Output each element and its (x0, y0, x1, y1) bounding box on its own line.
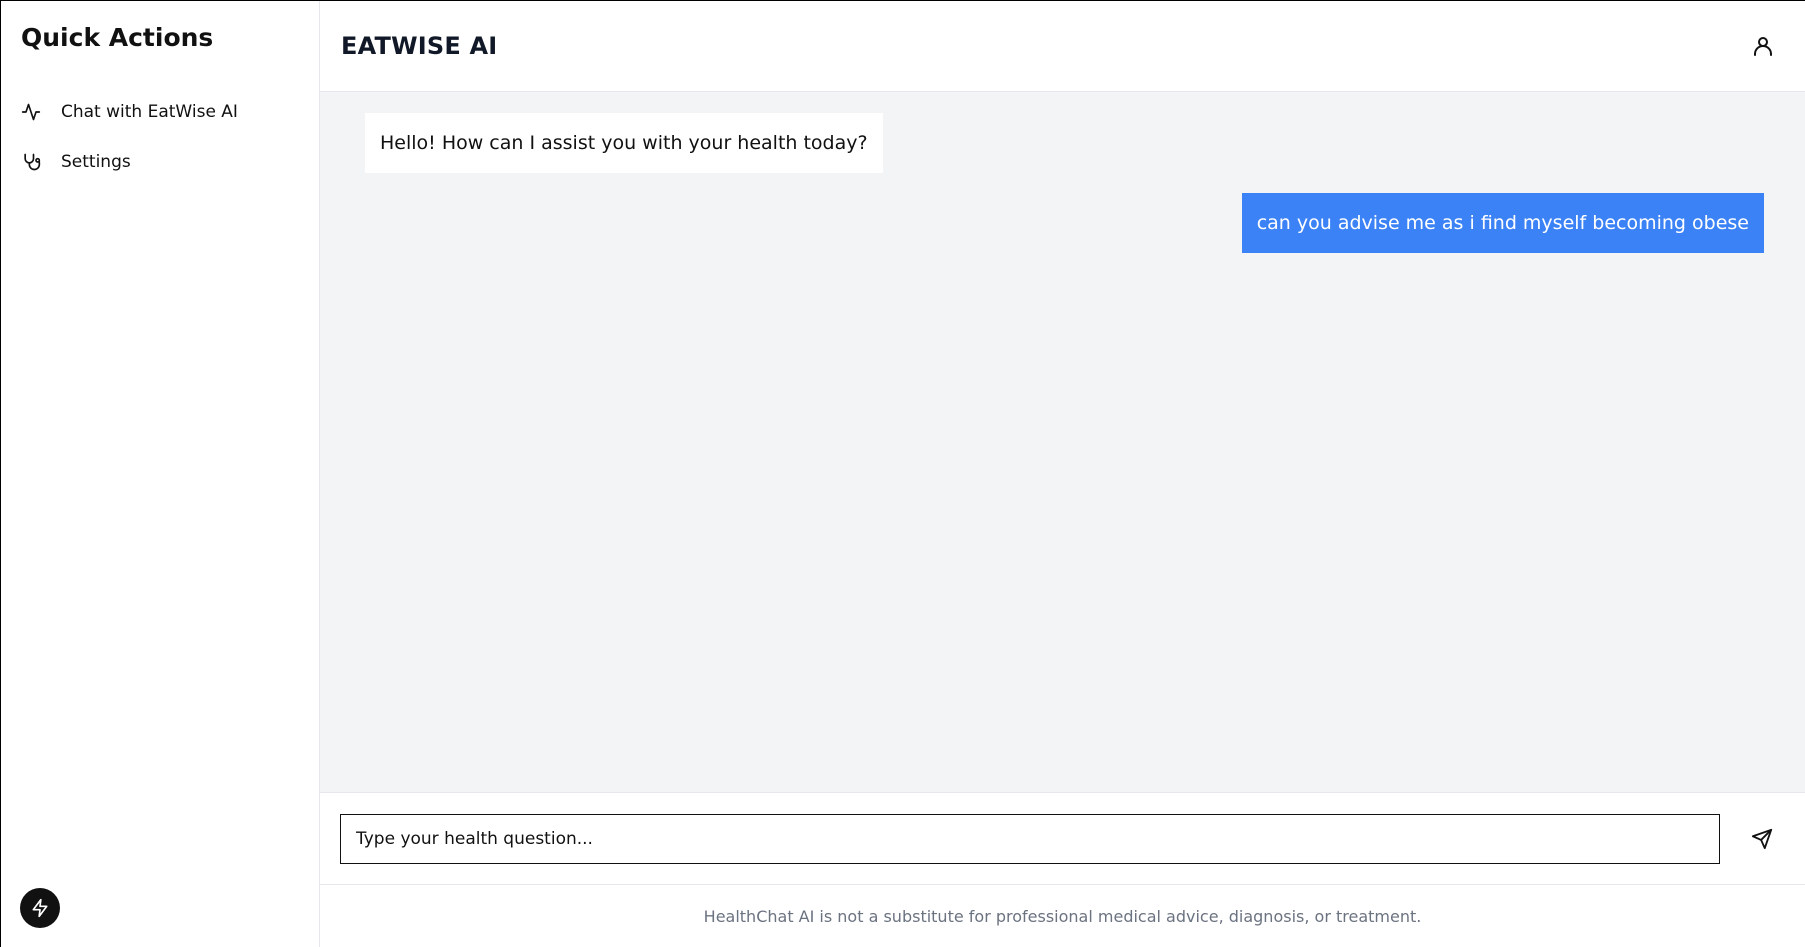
composer (320, 793, 1805, 885)
assistant-message: Hello! How can I assist you with your he… (365, 113, 883, 173)
stethoscope-icon (21, 152, 41, 172)
chat-messages: Hello! How can I assist you with your he… (320, 92, 1805, 793)
disclaimer-footer: HealthChat AI is not a substitute for pr… (320, 885, 1805, 947)
app-window: Quick Actions Chat with EatWise AI Setti… (0, 0, 1805, 947)
user-message: can you advise me as i find myself becom… (1241, 193, 1764, 253)
sidebar-nav: Chat with EatWise AI Settings (21, 87, 301, 187)
sidebar-item-label: Chat with EatWise AI (61, 102, 238, 122)
app-header: EATWISE AI (320, 1, 1805, 92)
sidebar-item-chat[interactable]: Chat with EatWise AI (21, 87, 301, 137)
disclaimer-text: HealthChat AI is not a substitute for pr… (703, 906, 1422, 926)
question-input[interactable] (340, 813, 1720, 864)
app-title: EATWISE AI (341, 32, 498, 60)
main-panel: EATWISE AI Hello! How can I assist you w… (320, 1, 1805, 947)
user-profile-button[interactable] (1747, 30, 1779, 62)
sidebar: Quick Actions Chat with EatWise AI Setti… (1, 1, 320, 947)
bolt-icon (30, 898, 50, 918)
sidebar-title: Quick Actions (21, 23, 214, 52)
activity-icon (21, 102, 41, 122)
send-icon (1751, 828, 1773, 850)
user-icon (1751, 34, 1775, 58)
send-button[interactable] (1746, 823, 1778, 855)
sidebar-item-settings[interactable]: Settings (21, 137, 301, 187)
sidebar-item-label: Settings (61, 152, 131, 172)
quick-bolt-button[interactable] (20, 888, 60, 928)
